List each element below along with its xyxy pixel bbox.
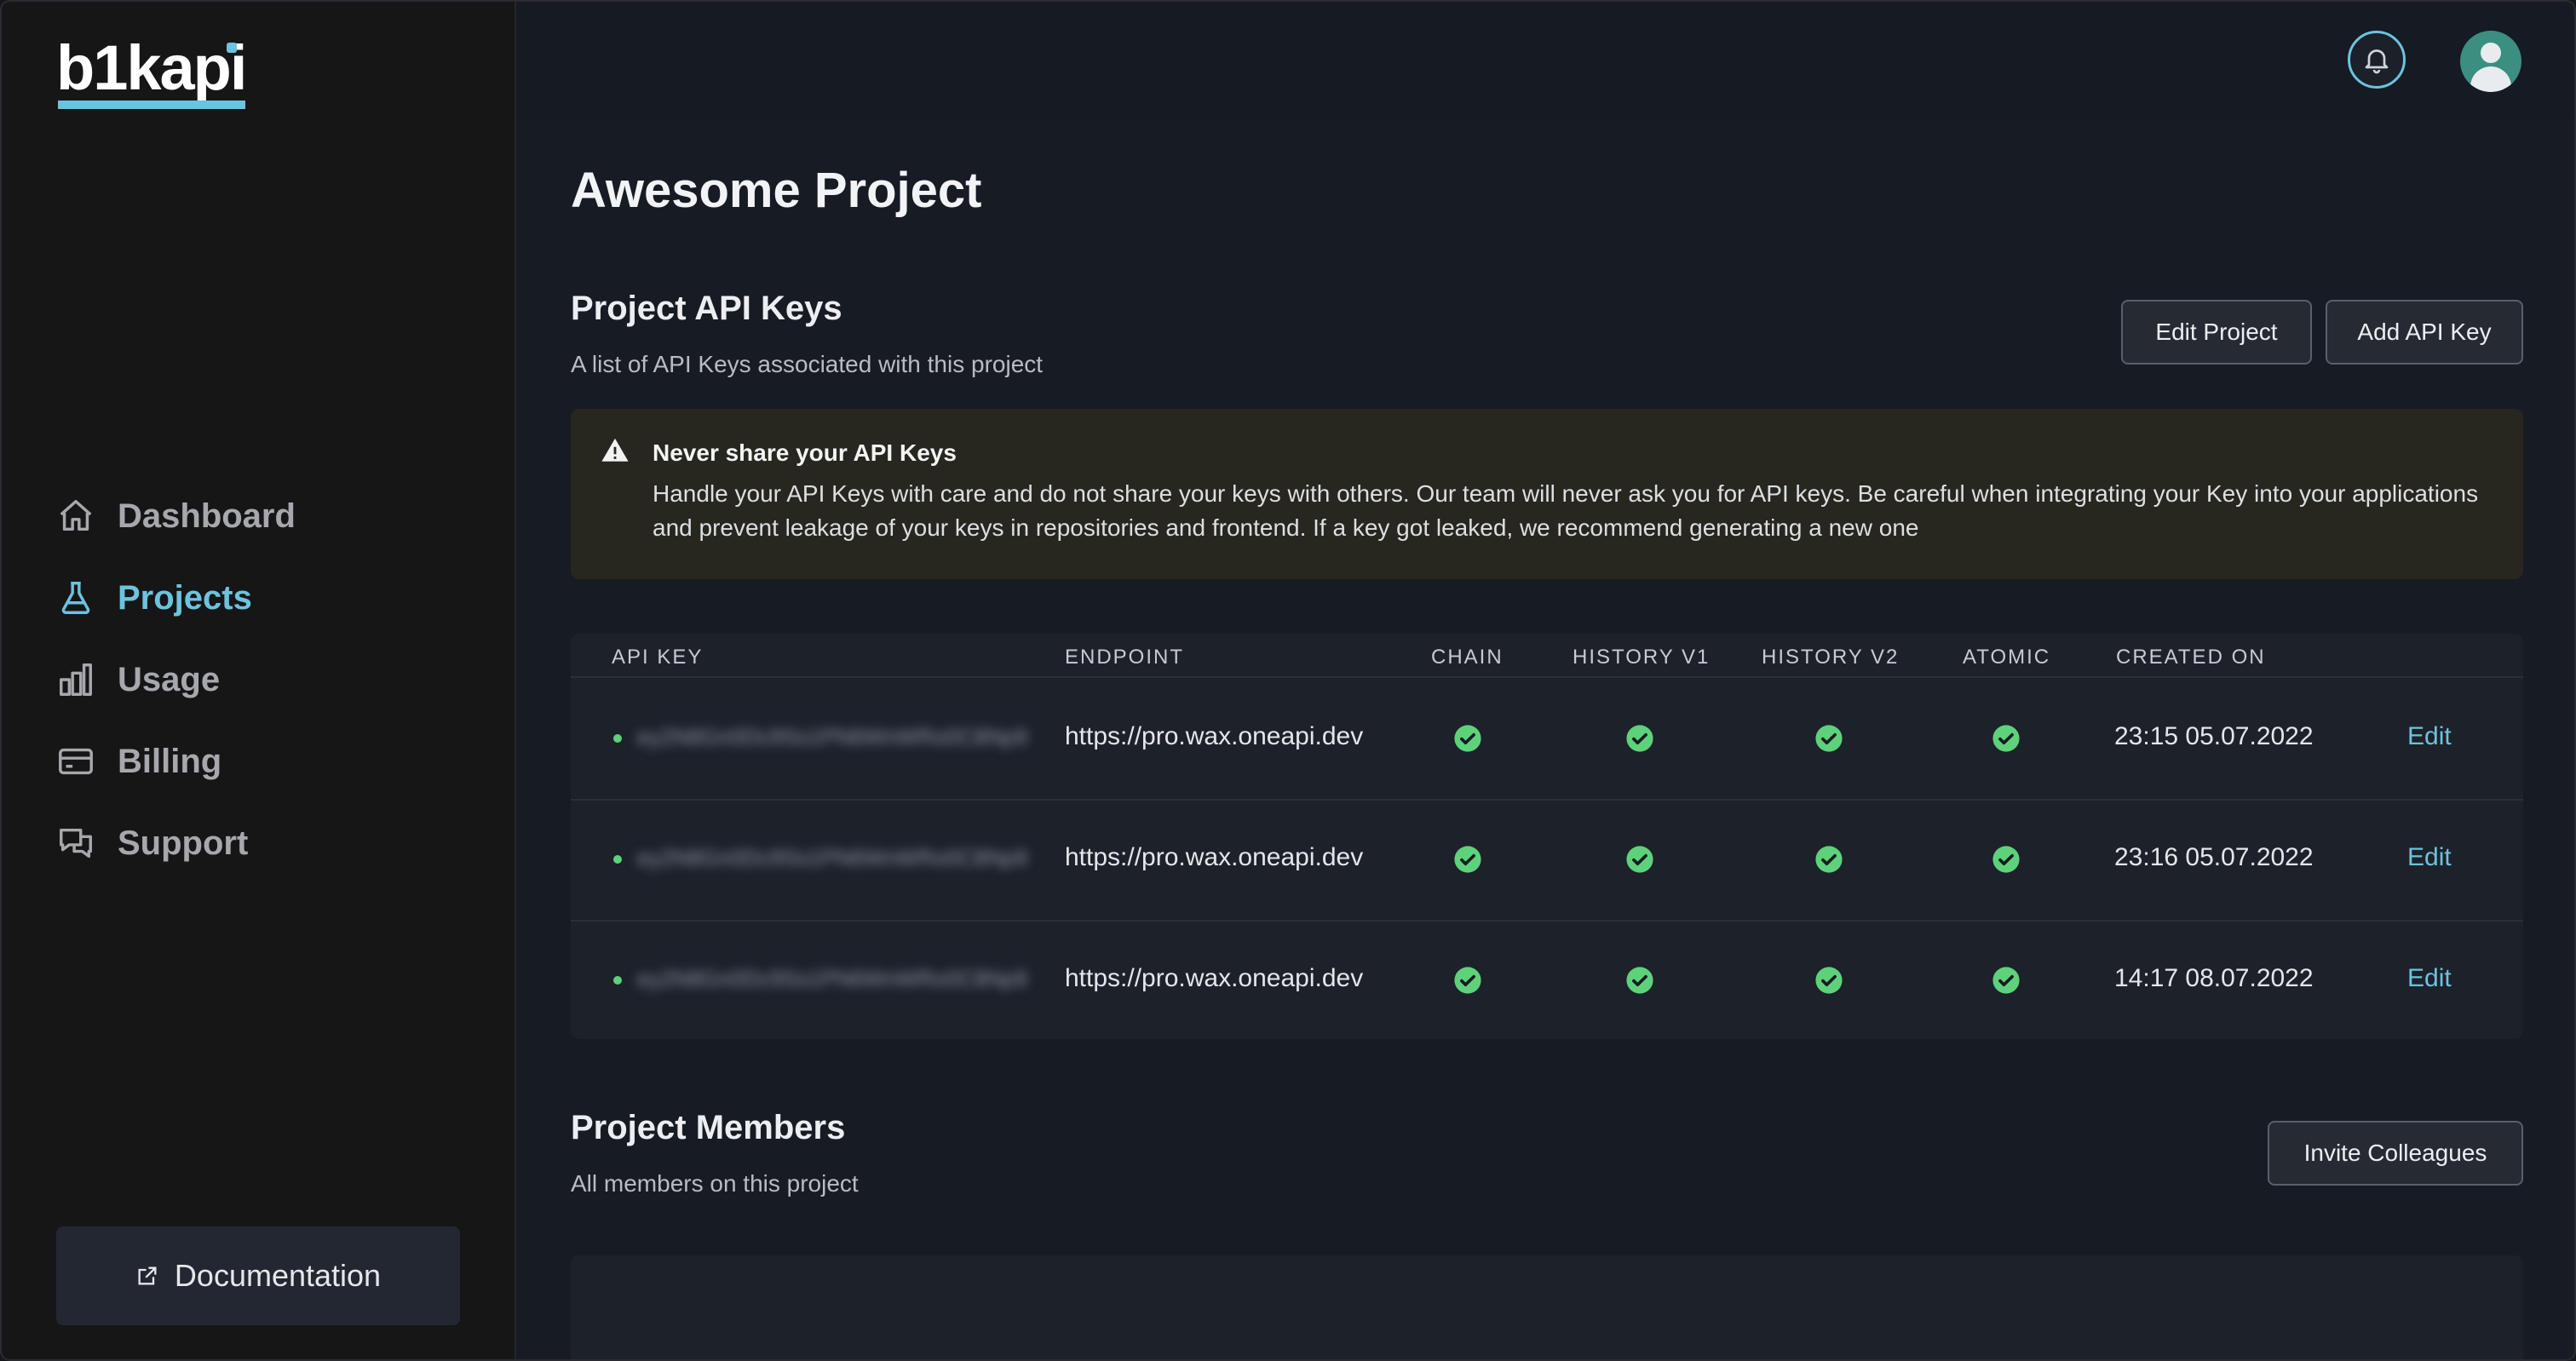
app-window: b1kapi Dashboard Projects Usage Billing (0, 0, 2576, 1361)
logo-underline (58, 100, 245, 109)
edit-project-button[interactable]: Edit Project (2121, 300, 2312, 365)
chain-check-icon (1454, 725, 1481, 752)
active-status-dot (613, 855, 622, 864)
flask-icon (61, 582, 90, 614)
sidebar: b1kapi Dashboard Projects Usage Billing (2, 2, 516, 1359)
created-on-value: 23:15 05.07.2022 (2114, 722, 2314, 750)
members-section-subtitle: All members on this project (571, 1170, 859, 1197)
endpoint-value: https://pro.wax.oneapi.dev (1065, 843, 1364, 871)
members-list (571, 1255, 2523, 1359)
api-key-value[interactable]: ey2N8Gn0Dc9Ss1PN6WnWRo0C8Np9 (637, 845, 1027, 871)
history-v2-check-icon (1815, 725, 1843, 752)
history-v2-check-icon (1815, 967, 1843, 994)
created-on-value: 14:17 08.07.2022 (2114, 964, 2314, 992)
avatar-head (2481, 43, 2501, 63)
chain-check-icon (1454, 846, 1481, 873)
history-v1-check-icon (1626, 725, 1653, 752)
history-v1-check-icon (1626, 967, 1653, 994)
top-bar (516, 2, 2574, 119)
logo-accent-dot (227, 43, 237, 53)
history-v2-check-icon (1815, 846, 1843, 873)
sidebar-item-label: Projects (118, 578, 252, 617)
sidebar-item-label: Usage (118, 660, 221, 698)
table-row: ey2N8Gn0Dc9Ss1PN6WnWRo0C8Np9 https://pro… (571, 920, 2523, 1039)
atomic-check-icon (1992, 846, 2020, 873)
column-header-created-on: CREATED ON (2116, 646, 2266, 669)
column-header-api-key: API KEY (612, 646, 704, 669)
add-api-key-button[interactable]: Add API Key (2326, 300, 2523, 365)
page-title: Awesome Project (571, 163, 982, 218)
sidebar-item-dashboard[interactable]: Dashboard (56, 475, 296, 557)
endpoint-value: https://pro.wax.oneapi.dev (1065, 722, 1364, 750)
chat-icon (60, 828, 92, 859)
atomic-check-icon (1992, 967, 2020, 994)
members-section-title: Project Members (571, 1109, 846, 1146)
created-on-value: 23:16 05.07.2022 (2114, 843, 2314, 871)
atomic-check-icon (1992, 725, 2020, 752)
api-keys-table: API KEY ENDPOINT CHAIN HISTORY V1 HISTOR… (571, 634, 2523, 1039)
sidebar-item-projects[interactable]: Projects (56, 557, 296, 639)
warning-icon (601, 438, 629, 462)
home-icon (60, 500, 92, 531)
bell-icon (2365, 49, 2389, 74)
sidebar-nav: Dashboard Projects Usage Billing Support (56, 475, 296, 884)
table-row: ey2N8Gn0Dc9Ss1PN6WnWRo0C8Np9 https://pro… (571, 799, 2523, 922)
edit-key-link[interactable]: Edit (2407, 843, 2452, 872)
table-row: ey2N8Gn0Dc9Ss1PN6WnWRo0C8Np9 https://pro… (571, 678, 2523, 801)
user-avatar-icon[interactable] (2460, 31, 2521, 92)
sidebar-item-label: Dashboard (118, 497, 296, 535)
api-keys-section-title: Project API Keys (571, 290, 842, 327)
api-keys-section-subtitle: A list of API Keys associated with this … (571, 351, 1044, 377)
avatar-body (2470, 66, 2511, 92)
sidebar-item-usage[interactable]: Usage (56, 639, 296, 721)
warning-title: Never share your API Keys (653, 439, 957, 466)
endpoint-value: https://pro.wax.oneapi.dev (1065, 964, 1364, 992)
notifications-button[interactable] (2348, 31, 2406, 89)
external-link-icon (138, 1266, 157, 1285)
sidebar-item-billing[interactable]: Billing (56, 721, 296, 802)
sidebar-item-label: Billing (118, 742, 222, 780)
column-header-history-v1: HISTORY V1 (1573, 646, 1711, 669)
column-header-history-v2: HISTORY V2 (1762, 646, 1900, 669)
edit-key-link[interactable]: Edit (2407, 722, 2452, 751)
sidebar-item-label: Support (118, 824, 249, 862)
active-status-dot (613, 976, 622, 985)
documentation-label: Documentation (174, 1258, 382, 1293)
column-header-endpoint: ENDPOINT (1065, 646, 1185, 669)
history-v1-check-icon (1626, 846, 1653, 873)
column-header-chain: CHAIN (1431, 646, 1504, 669)
bar-chart-icon (60, 663, 92, 696)
column-header-atomic: ATOMIC (1963, 646, 2051, 669)
chain-check-icon (1454, 967, 1481, 994)
api-key-value[interactable]: ey2N8Gn0Dc9Ss1PN6WnWRo0C8Np9 (637, 724, 1027, 750)
credit-card-icon (59, 748, 93, 775)
api-key-value[interactable]: ey2N8Gn0Dc9Ss1PN6WnWRo0C8Np9 (637, 966, 1027, 992)
warning-banner: Never share your API Keys Handle your AP… (571, 409, 2523, 579)
active-status-dot (613, 734, 622, 743)
table-header: API KEY ENDPOINT CHAIN HISTORY V1 HISTOR… (571, 634, 2523, 678)
brand-logo[interactable]: b1kapi (56, 37, 247, 100)
invite-colleagues-button[interactable]: Invite Colleagues (2268, 1121, 2523, 1186)
warning-text: Handle your API Keys with care and do no… (653, 480, 2479, 541)
edit-key-link[interactable]: Edit (2407, 964, 2452, 993)
documentation-button[interactable]: Documentation (56, 1226, 460, 1325)
sidebar-item-support[interactable]: Support (56, 802, 296, 884)
